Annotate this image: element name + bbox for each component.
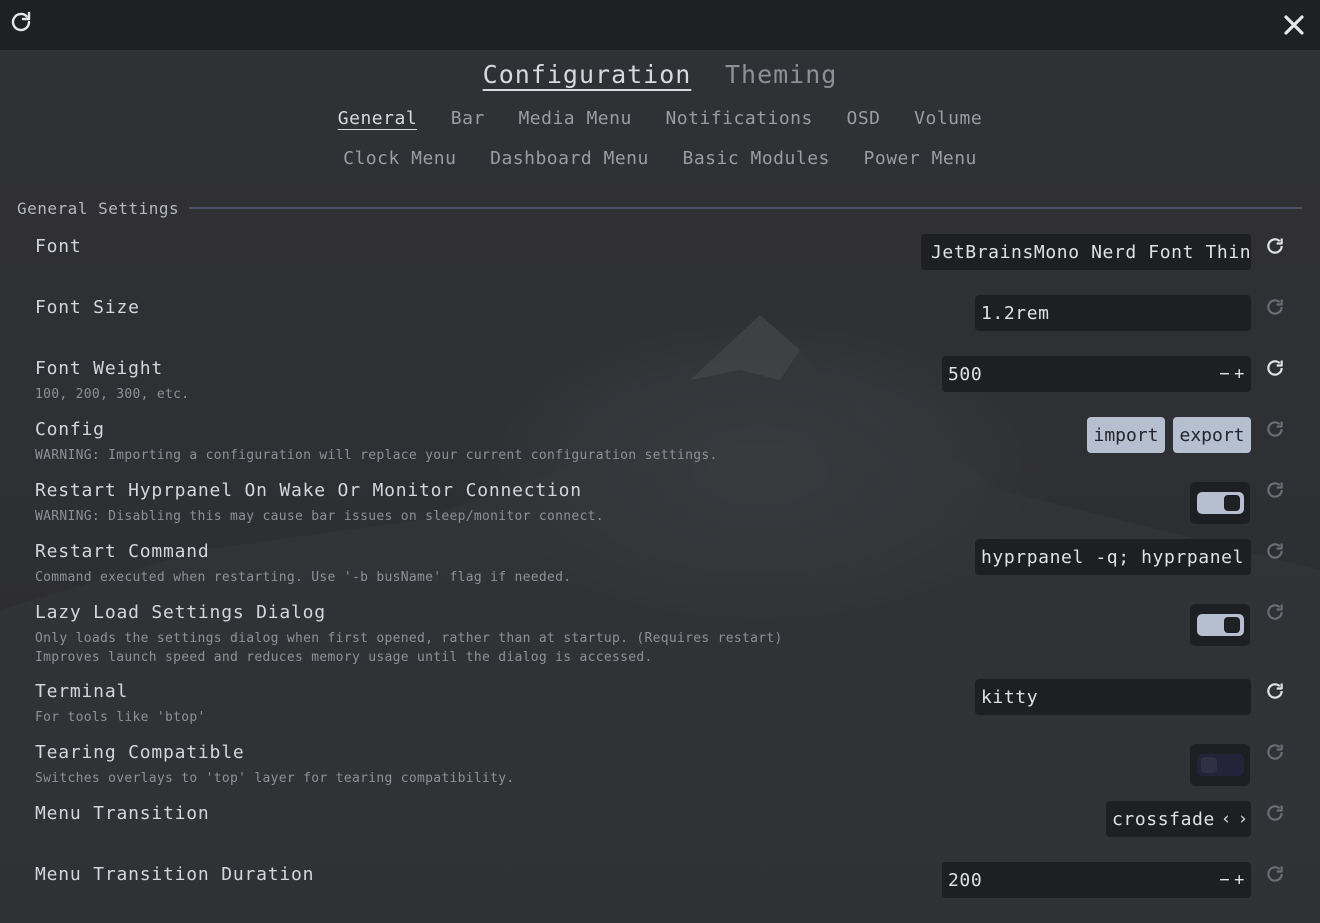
reset-icon[interactable] xyxy=(1265,358,1285,378)
setting-menu-transition: Menu Transition crossfade ‹ › xyxy=(35,801,1290,859)
setting-font-weight: Font Weight 100, 200, 300, etc. 500 − + xyxy=(35,356,1290,414)
reset-icon[interactable] xyxy=(1265,602,1285,622)
switch-container xyxy=(1190,482,1250,524)
decrement-button[interactable]: − xyxy=(1219,364,1230,384)
stepper-value: 200 xyxy=(948,869,983,891)
close-icon[interactable] xyxy=(1282,13,1306,37)
setting-font-size: Font Size 1.2rem xyxy=(35,295,1290,353)
select-value: crossfade xyxy=(1112,808,1215,830)
section-header: General Settings xyxy=(17,198,1302,218)
switch-container xyxy=(1190,744,1250,786)
tab-notifications[interactable]: Notifications xyxy=(665,108,812,129)
reset-icon[interactable] xyxy=(1265,742,1285,762)
font-size-input[interactable]: 1.2rem xyxy=(975,295,1251,331)
setting-tearing-compatible: Tearing Compatible Switches overlays to … xyxy=(35,742,1290,798)
tab-osd[interactable]: OSD xyxy=(847,108,881,129)
reset-icon[interactable] xyxy=(1265,297,1285,317)
tab-theming[interactable]: Theming xyxy=(725,60,837,89)
section-title: General Settings xyxy=(17,198,180,218)
setting-description: WARNING: Disabling this may cause bar is… xyxy=(35,509,604,524)
stepper-value: 500 xyxy=(948,363,983,385)
toggle-knob xyxy=(1224,617,1240,633)
setting-label: Lazy Load Settings Dialog xyxy=(35,602,326,623)
setting-terminal: Terminal For tools like 'btop' kitty xyxy=(35,679,1290,737)
chevron-left-icon[interactable]: ‹ xyxy=(1221,809,1232,829)
tab-configuration[interactable]: Configuration xyxy=(483,60,692,89)
title-bar xyxy=(0,0,1320,50)
reset-icon[interactable] xyxy=(1265,236,1285,256)
decrement-button[interactable]: − xyxy=(1219,870,1230,890)
tab-media-menu[interactable]: Media Menu xyxy=(518,108,631,129)
tab-bar[interactable]: Bar xyxy=(451,108,485,129)
tab-general[interactable]: General xyxy=(338,108,417,129)
increment-button[interactable]: + xyxy=(1234,364,1245,384)
setting-font: Font JetBrainsMono Nerd Font Thin xyxy=(35,234,1290,292)
setting-menu-transition-duration: Menu Transition Duration 200 − + xyxy=(35,862,1290,920)
restart-command-input[interactable]: hyprpanel -q; hyprpanel xyxy=(975,539,1251,575)
chevron-right-icon[interactable]: › xyxy=(1238,809,1249,829)
main-tabs: Configuration Theming xyxy=(0,60,1320,89)
setting-restart-on-wake: Restart Hyprpanel On Wake Or Monitor Con… xyxy=(35,480,1290,536)
reset-icon[interactable] xyxy=(1265,480,1285,500)
refresh-icon[interactable] xyxy=(9,10,33,34)
tab-power-menu[interactable]: Power Menu xyxy=(864,148,977,169)
tab-dashboard-menu[interactable]: Dashboard Menu xyxy=(490,148,649,169)
reset-icon[interactable] xyxy=(1265,803,1285,823)
reset-icon[interactable] xyxy=(1265,864,1285,884)
setting-label: Tearing Compatible xyxy=(35,742,245,763)
import-button[interactable]: import xyxy=(1087,417,1165,453)
setting-lazy-load: Lazy Load Settings Dialog Only loads the… xyxy=(35,602,1290,672)
menu-transition-duration-stepper[interactable]: 200 − + xyxy=(942,862,1251,898)
restart-on-wake-toggle[interactable] xyxy=(1197,492,1244,514)
setting-label: Restart Hyprpanel On Wake Or Monitor Con… xyxy=(35,480,582,501)
toggle-knob xyxy=(1224,495,1240,511)
reset-icon[interactable] xyxy=(1265,681,1285,701)
tearing-toggle[interactable] xyxy=(1197,754,1244,776)
reset-icon[interactable] xyxy=(1265,541,1285,561)
tab-volume[interactable]: Volume xyxy=(914,108,982,129)
reset-icon[interactable] xyxy=(1265,419,1285,439)
description-line-2: Improves launch speed and reduces memory… xyxy=(35,650,653,665)
menu-transition-select[interactable]: crossfade ‹ › xyxy=(1106,801,1251,837)
toggle-knob xyxy=(1201,757,1217,773)
setting-restart-command: Restart Command Command executed when re… xyxy=(35,539,1290,597)
setting-description: Only loads the settings dialog when firs… xyxy=(35,629,1290,667)
section-divider xyxy=(189,207,1302,209)
terminal-input[interactable]: kitty xyxy=(975,679,1251,715)
setting-config: Config WARNING: Importing a configuratio… xyxy=(35,417,1290,475)
switch-container xyxy=(1190,604,1250,646)
description-line-1: Only loads the settings dialog when firs… xyxy=(35,631,783,646)
setting-label: Menu Transition xyxy=(35,803,210,824)
font-weight-stepper[interactable]: 500 − + xyxy=(942,356,1251,392)
increment-button[interactable]: + xyxy=(1234,870,1245,890)
lazy-load-toggle[interactable] xyxy=(1197,614,1244,636)
tab-clock-menu[interactable]: Clock Menu xyxy=(343,148,456,169)
setting-description: Switches overlays to 'top' layer for tea… xyxy=(35,771,515,786)
sub-tabs-row-2: Clock Menu Dashboard Menu Basic Modules … xyxy=(0,148,1320,169)
font-input[interactable]: JetBrainsMono Nerd Font Thin xyxy=(921,234,1251,270)
sub-tabs-row-1: General Bar Media Menu Notifications OSD… xyxy=(0,108,1320,129)
tab-basic-modules[interactable]: Basic Modules xyxy=(682,148,829,169)
export-button[interactable]: export xyxy=(1173,417,1251,453)
